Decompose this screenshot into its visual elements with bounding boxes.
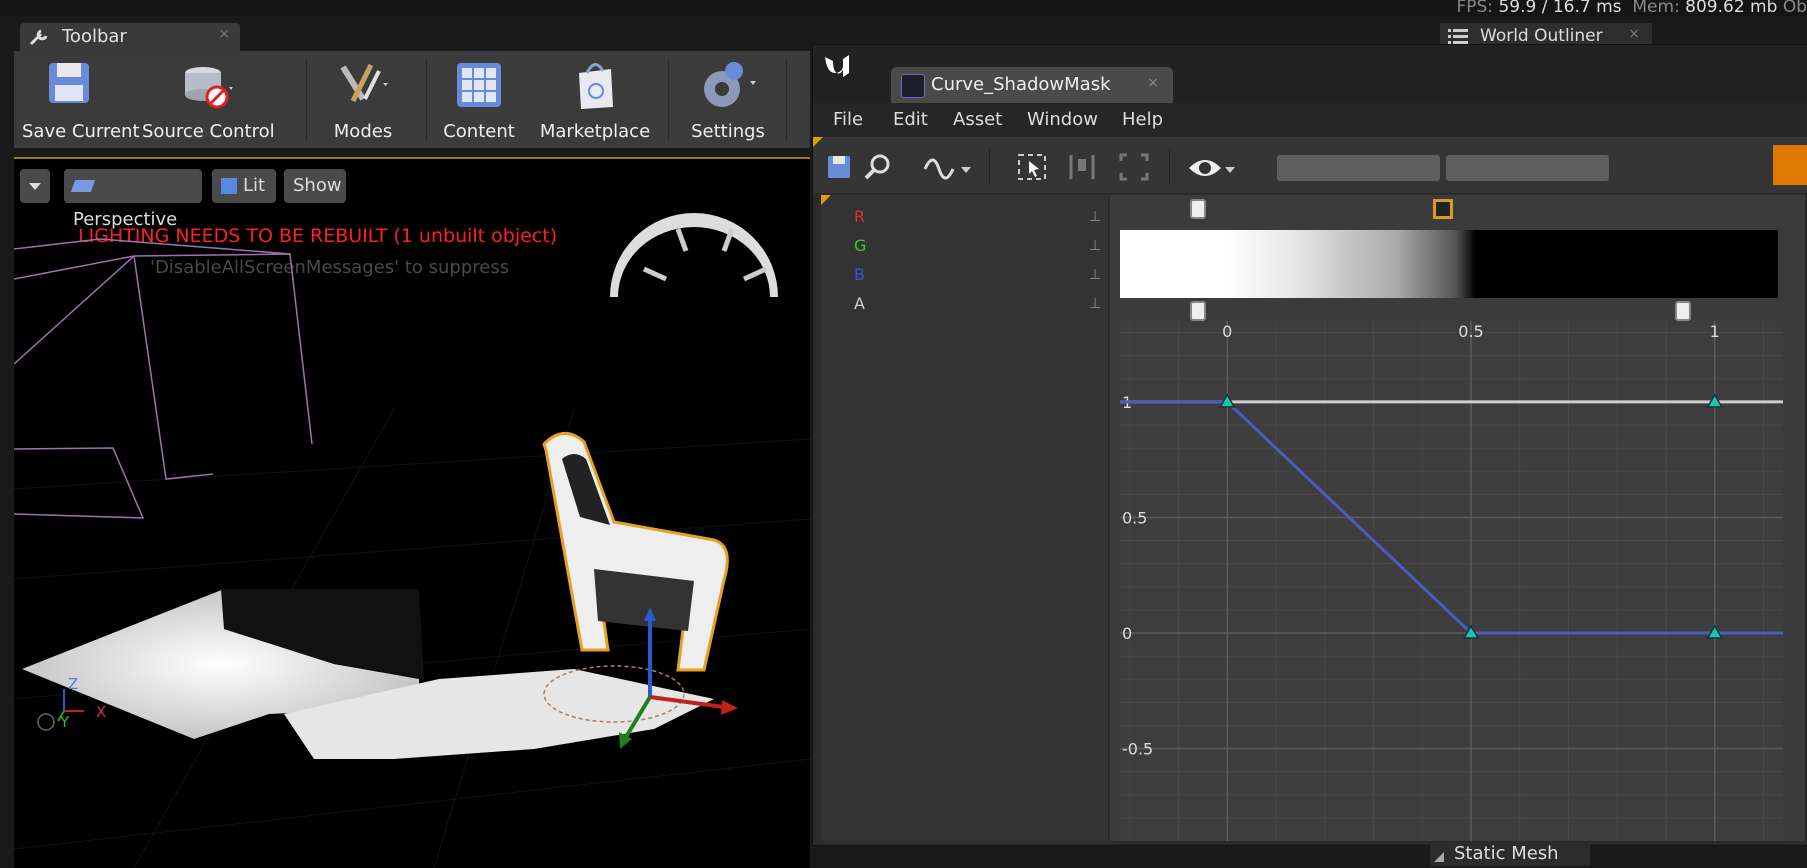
scene-render [14,213,810,868]
y-tick-label: -0.5 [1122,740,1153,759]
menu-asset[interactable]: Asset [953,109,1002,130]
stats-bar: FPS: 59.9 / 16.7 ms Mem: 809.62 mb Ob [0,0,1807,17]
level-viewport[interactable]: Perspective Lit Show LIGHTING NEEDS TO B… [14,157,810,868]
axis-y-label: Y [60,713,70,731]
color-stop-0[interactable] [1190,199,1206,219]
channel-a[interactable]: A [854,294,865,313]
collapse-arrow-icon [1434,852,1444,862]
menu-edit[interactable]: Edit [893,109,928,130]
source-control-button[interactable]: Source Control [142,51,275,148]
close-icon[interactable]: × [1147,75,1159,91]
find-in-browser-icon[interactable] [863,153,893,181]
channel-r[interactable]: R [854,207,865,226]
static-mesh-section[interactable]: Static Mesh [1430,843,1590,866]
settings-button[interactable]: Settings [676,51,780,148]
menu-file[interactable]: File [833,109,863,130]
channel-g[interactable]: G [854,236,866,255]
value-input-field[interactable] [1446,155,1609,181]
editor-menu-bar: File Edit Asset Window Help [813,103,1807,137]
modes-button[interactable]: Modes [316,51,410,148]
static-mesh-title: Static Mesh [1454,843,1559,864]
pin-icon[interactable]: ⊥ [1089,209,1101,225]
select-icon[interactable] [1017,153,1047,181]
x-tick-label: 1 [1710,322,1720,341]
x-tick-label: 0.5 [1458,322,1483,341]
toolbar-tab-title: Toolbar [62,26,127,47]
skylight-dome [610,213,778,297]
curve-graph-svg: 0 0.5 110.50-0.5 [1120,321,1783,841]
curve-interp-icon[interactable] [923,153,973,183]
pin-icon[interactable]: ⊥ [1089,267,1101,283]
menu-window[interactable]: Window [1027,109,1098,130]
y-tick-label: 0.5 [1122,508,1147,527]
frame-vertical-icon[interactable] [1067,153,1097,181]
fit-icon[interactable] [1119,153,1149,181]
gear-icon [704,62,756,107]
pin-icon[interactable]: ⊥ [1089,296,1101,312]
pointer-tool-button[interactable] [1773,145,1807,185]
stats-readout: FPS: 59.9 / 16.7 ms Mem: 809.62 mb Ob [1456,0,1807,17]
time-input-field[interactable] [1277,155,1440,181]
panel-corner [821,195,831,205]
wrench-icon [29,29,48,46]
alpha-stop-1[interactable] [1675,301,1691,321]
toolbar-corner [813,137,823,147]
toolbar-tab[interactable]: Toolbar × [20,23,240,51]
outliner-list-icon [1448,29,1468,44]
shopping-bag-icon [579,63,613,109]
gradient-preview[interactable] [1120,230,1778,298]
unreal-logo-icon [825,55,849,77]
color-stop-0.5[interactable] [1433,199,1453,219]
menu-help[interactable]: Help [1122,109,1163,130]
curve-editor-window[interactable]: Curve_ShadowMask × File Edit Asset Windo… [812,44,1807,846]
world-outliner-title: World Outliner [1480,26,1603,46]
close-icon[interactable]: × [218,26,230,42]
source-control-icon [185,67,233,109]
axis-x-label: X [96,703,107,721]
wireframe-box [14,238,313,519]
content-button[interactable]: Content [434,51,524,148]
curve-asset-tab[interactable]: Curve_ShadowMask × [891,67,1173,103]
pin-icon[interactable]: ⊥ [1089,238,1101,254]
editor-toolbar [813,137,1807,193]
curve-asset-icon [901,74,925,98]
modes-icon [340,63,388,103]
content-grid-icon [457,63,501,107]
curve-panel: 0 0.5 1 1 0.5 0 -0.5 [1110,195,1805,841]
eye-visibility-icon[interactable] [1187,153,1237,183]
save-icon[interactable] [827,155,851,179]
toolbar-panel: Save Current Source Control Modes Conten… [14,51,810,148]
y-tick-label: 0 [1122,624,1132,643]
curve-graph[interactable]: 0 0.5 1 1 0.5 0 -0.5 [1120,321,1783,841]
close-icon[interactable]: × [1628,26,1640,42]
save-icon [49,63,89,103]
alpha-stop-0[interactable] [1190,301,1206,321]
channel-b[interactable]: B [854,265,865,284]
editor-title-bar: Curve_ShadowMask × [813,45,1807,103]
marketplace-button[interactable]: Marketplace [530,51,660,148]
axis-z-label: Z [68,675,79,693]
channel-list: R ⊥ G ⊥ B ⊥ A ⊥ [821,195,1108,841]
x-tick-label: 0 [1222,322,1232,341]
save-current-button[interactable]: Save Current [22,51,140,148]
